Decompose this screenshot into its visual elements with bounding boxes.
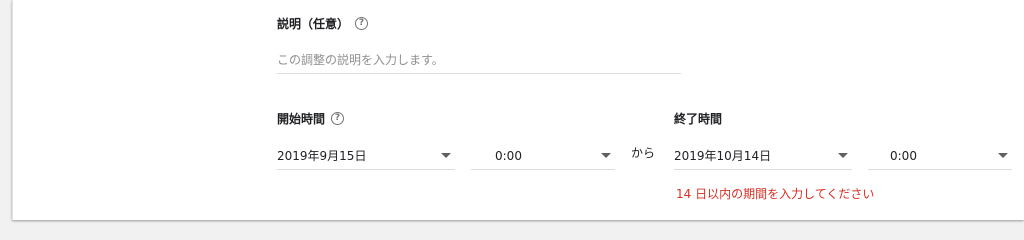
range-connector: から bbox=[631, 146, 656, 160]
dropdown-caret-icon bbox=[441, 153, 451, 158]
range-error-message: 14 日以内の期間を入力してください bbox=[676, 187, 875, 201]
end-date-select[interactable]: 2019年10月14日 bbox=[674, 142, 852, 170]
start-time-select[interactable]: 0:00 bbox=[471, 142, 615, 170]
dropdown-caret-icon bbox=[998, 153, 1008, 158]
dropdown-caret-icon bbox=[838, 153, 848, 158]
description-label: 説明（任意） bbox=[277, 17, 350, 31]
adjustment-card: 説明（任意） ? この調整の説明を入力します。 開始時間 ? 2019年9月15… bbox=[12, 0, 1024, 220]
end-time-value: 0:00 bbox=[890, 148, 917, 163]
start-date-value: 2019年9月15日 bbox=[277, 149, 367, 163]
start-time-value: 0:00 bbox=[495, 148, 522, 163]
start-time-label-row: 開始時間 ? bbox=[277, 110, 345, 127]
dropdown-caret-icon bbox=[601, 153, 611, 158]
description-placeholder: この調整の説明を入力します。 bbox=[277, 53, 444, 67]
end-date-value: 2019年10月14日 bbox=[674, 149, 772, 163]
start-date-select[interactable]: 2019年9月15日 bbox=[277, 142, 455, 170]
description-input[interactable]: この調整の説明を入力します。 bbox=[277, 46, 681, 74]
end-time-label-row: 終了時間 bbox=[674, 110, 722, 127]
end-time-select[interactable]: 0:00 bbox=[868, 142, 1012, 170]
help-icon[interactable]: ? bbox=[331, 112, 345, 125]
start-time-label: 開始時間 bbox=[277, 112, 326, 126]
help-icon[interactable]: ? bbox=[355, 17, 369, 30]
end-time-label: 終了時間 bbox=[674, 112, 723, 126]
description-label-row: 説明（任意） ? bbox=[277, 15, 369, 32]
